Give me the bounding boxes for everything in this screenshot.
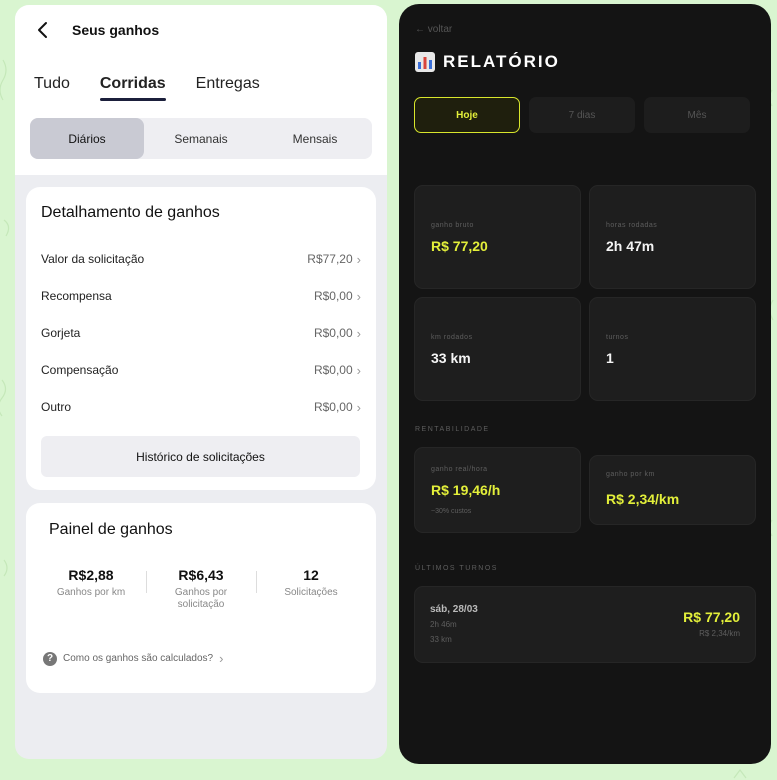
shift-date: sáb, 28/03	[430, 604, 478, 615]
stat-requests: 12 Solicitações	[256, 567, 366, 611]
chevron-right-icon: ›	[356, 325, 361, 341]
section-profitability: RENTABILIDADE	[415, 426, 490, 433]
breakdown-row[interactable]: Gorjeta R$0,00 ›	[41, 323, 361, 343]
tile-real-hourly: ganho real/hora R$ 19,46/h ~30% custos	[414, 447, 581, 533]
shift-row[interactable]: sáb, 28/03 2h 46m 33 km R$ 77,20 R$ 2,34…	[414, 586, 756, 663]
stat-label: Ganhos por km	[56, 587, 126, 598]
row-value: R$0,00	[313, 363, 353, 377]
tile-label: horas rodadas	[606, 222, 658, 229]
row-value: R$77,20	[307, 252, 353, 266]
stat-per-km: R$2,88 Ganhos por km	[36, 567, 146, 611]
row-label: Outro	[41, 400, 72, 414]
earnings-header: Seus ganhos Tudo Corridas Entregas Diári…	[15, 5, 387, 175]
row-label: Compensação	[41, 363, 119, 377]
row-value: R$0,00	[313, 326, 353, 340]
tab-entregas[interactable]: Entregas	[196, 75, 260, 93]
report-title-row: RELATÓRIO	[415, 52, 560, 72]
report-period-selector: Hoje 7 dias Mês	[414, 97, 750, 133]
breakdown-row[interactable]: Compensação R$0,00 ›	[41, 360, 361, 380]
back-link[interactable]: ← voltar	[415, 24, 452, 35]
earnings-help-link[interactable]: ? Como os ganhos são calculados? ›	[43, 651, 223, 666]
tile-shifts: turnos 1	[589, 297, 756, 401]
stat-value: 12	[303, 567, 319, 583]
question-icon: ?	[43, 651, 57, 666]
period-today[interactable]: Hoje	[414, 97, 520, 133]
stat-per-request: R$6,43 Ganhos por solicitação	[146, 567, 256, 611]
tile-value: R$ 19,46/h	[431, 482, 501, 498]
tile-km: km rodados 33 km	[414, 297, 581, 401]
earnings-breakdown-card: Detalhamento de ganhos Valor da solicita…	[26, 187, 376, 490]
segment-monthly[interactable]: Mensais	[258, 118, 372, 159]
tile-label: turnos	[606, 334, 629, 341]
earnings-panel-card: Painel de ganhos R$2,88 Ganhos por km R$…	[26, 503, 376, 693]
row-value: R$0,00	[313, 400, 353, 414]
tile-label: ganho por km	[606, 471, 655, 478]
segment-daily[interactable]: Diários	[30, 118, 144, 159]
earnings-screen: Seus ganhos Tudo Corridas Entregas Diári…	[15, 5, 387, 759]
tile-value: R$ 2,34/km	[606, 491, 680, 507]
tile-label: ganho bruto	[431, 222, 474, 229]
section-last-shifts: ÚLTIMOS TURNOS	[415, 565, 498, 572]
tile-value: 1	[606, 350, 614, 366]
earnings-tabs: Tudo Corridas Entregas	[34, 75, 260, 101]
back-arrow-icon[interactable]	[35, 21, 51, 39]
stat-label: Solicitações	[284, 587, 338, 598]
row-label: Recompensa	[41, 289, 112, 303]
panel-title: Painel de ganhos	[49, 521, 173, 538]
shift-rate: R$ 2,34/km	[699, 629, 740, 638]
tab-corridas[interactable]: Corridas	[99, 75, 166, 101]
tile-sub: ~30% custos	[431, 508, 472, 515]
tile-value: 33 km	[431, 350, 471, 366]
chevron-right-icon: ›	[356, 399, 361, 415]
breakdown-title: Detalhamento de ganhos	[41, 204, 220, 221]
stat-value: R$2,88	[68, 567, 114, 583]
period-7-days[interactable]: 7 dias	[529, 97, 635, 133]
tile-label: km rodados	[431, 334, 473, 341]
shift-value: R$ 77,20	[683, 609, 740, 625]
row-label: Gorjeta	[41, 326, 81, 340]
help-text: Como os ganhos são calculados?	[63, 653, 214, 664]
report-title: RELATÓRIO	[443, 52, 560, 71]
row-label: Valor da solicitação	[41, 252, 145, 266]
chevron-right-icon: ›	[356, 288, 361, 304]
shift-km: 33 km	[430, 635, 452, 644]
request-history-button[interactable]: Histórico de solicitações	[41, 436, 360, 477]
tile-value: 2h 47m	[606, 238, 655, 254]
chevron-right-icon: ›	[356, 251, 361, 267]
tile-per-km: ganho por km R$ 2,34/km	[589, 455, 756, 525]
breakdown-row[interactable]: Outro R$0,00 ›	[41, 397, 361, 417]
stat-label: Ganhos por solicitação	[174, 587, 228, 610]
chevron-right-icon: ›	[219, 651, 224, 666]
panel-stats: R$2,88 Ganhos por km R$6,43 Ganhos por s…	[36, 567, 366, 611]
page-title: Seus ganhos	[72, 22, 160, 38]
breakdown-row[interactable]: Recompensa R$0,00 ›	[41, 286, 361, 306]
row-value: R$0,00	[313, 289, 353, 303]
period-segmented-control: Diários Semanais Mensais	[30, 118, 372, 159]
report-screen: ← voltar RELATÓRIO Hoje 7 dias Mês ganho…	[399, 4, 771, 764]
segment-weekly[interactable]: Semanais	[144, 118, 258, 159]
tile-label: ganho real/hora	[431, 466, 488, 473]
chevron-right-icon: ›	[356, 362, 361, 378]
tile-hours: horas rodadas 2h 47m	[589, 185, 756, 289]
period-month[interactable]: Mês	[644, 97, 750, 133]
tile-value: R$ 77,20	[431, 238, 488, 254]
stat-value: R$6,43	[178, 567, 224, 583]
breakdown-row[interactable]: Valor da solicitação R$77,20 ›	[41, 249, 361, 269]
tile-gross-earnings: ganho bruto R$ 77,20	[414, 185, 581, 289]
shift-hours: 2h 46m	[430, 620, 457, 629]
bar-chart-icon	[415, 52, 435, 72]
tab-tudo[interactable]: Tudo	[34, 75, 70, 93]
